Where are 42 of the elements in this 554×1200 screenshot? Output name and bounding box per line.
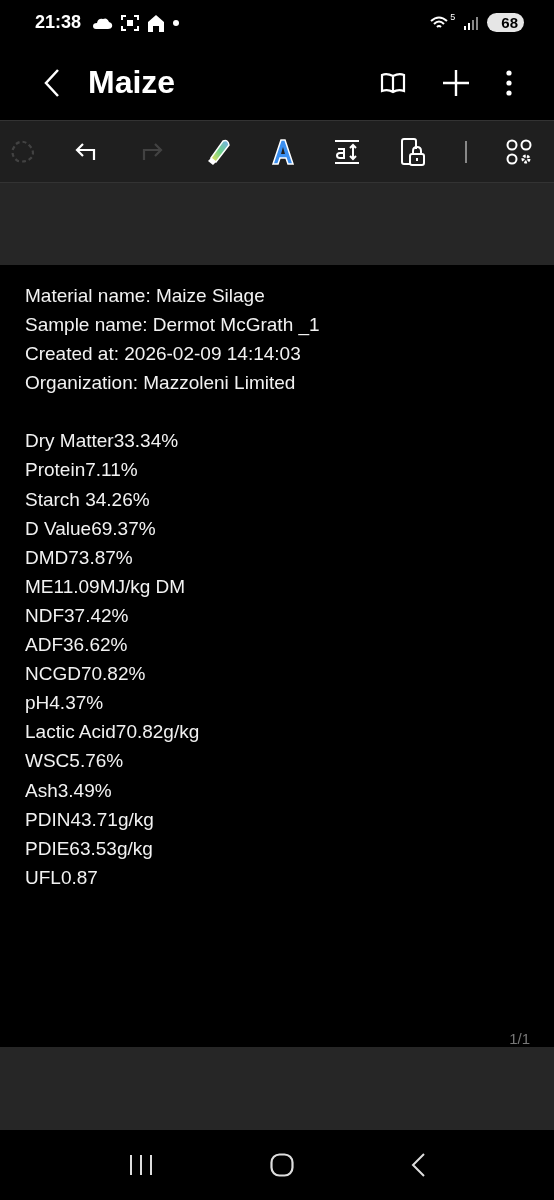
text-style-icon[interactable] — [271, 137, 295, 166]
home-icon — [147, 13, 166, 32]
note-line: NCGD70.82% — [25, 662, 147, 687]
status-time: 21:38 — [35, 12, 82, 33]
more-icon[interactable] — [506, 69, 512, 96]
text-spacing-icon[interactable] — [334, 138, 361, 165]
network-type-label: 5 — [450, 12, 456, 22]
note-line: Created at: 2026-02-09 14:14:03 — [25, 342, 302, 367]
page-lock-icon[interactable] — [399, 137, 426, 166]
page-indicator: 1/1 — [509, 1030, 530, 1047]
note-line: Sample name: Dermot McGrath _1 — [25, 313, 321, 338]
note-line: Dry Matter33.34% — [25, 429, 180, 454]
note-line: Lactic Acid70.82g/kg — [25, 720, 201, 745]
note-line: UFL0.87 — [25, 865, 99, 890]
wifi-icon — [430, 15, 449, 30]
notification-dot-icon — [173, 19, 180, 26]
signal-icon — [463, 15, 480, 30]
note-line: Protein7.11% — [25, 458, 139, 483]
screenshot-icon — [121, 14, 140, 31]
battery-indicator: 68 — [487, 13, 524, 32]
add-icon[interactable] — [442, 68, 470, 97]
book-icon[interactable] — [380, 71, 406, 94]
recent-apps-icon[interactable] — [128, 1154, 154, 1176]
note-line: PDIN43.71g/kg — [25, 807, 155, 832]
cloud-icon — [93, 15, 114, 30]
back-nav-icon[interactable] — [410, 1152, 426, 1178]
note-line: PDIE63.53g/kg — [25, 836, 154, 861]
settings-icon[interactable] — [506, 138, 532, 165]
note-line: Material name: Maize Silage — [25, 284, 266, 308]
note-line: WSC5.76% — [25, 749, 125, 774]
note-line: ME11.09MJ/kg DM — [25, 574, 187, 599]
note-line: Ash3.49% — [25, 778, 113, 803]
note-line: ADF36.62% — [25, 633, 129, 658]
note-line: NDF37.42% — [25, 603, 130, 628]
back-icon[interactable] — [42, 67, 62, 98]
note-line: Organization: Mazzoleni Limited — [25, 371, 297, 396]
note-title: Maize — [88, 64, 176, 101]
home-button-icon[interactable] — [270, 1153, 294, 1177]
note-line: pH4.37% — [25, 691, 105, 716]
note-line: Starch 34.26% — [25, 487, 151, 512]
note-line: D Value69.37% — [25, 516, 157, 541]
note-line: DMD73.87% — [25, 545, 134, 570]
